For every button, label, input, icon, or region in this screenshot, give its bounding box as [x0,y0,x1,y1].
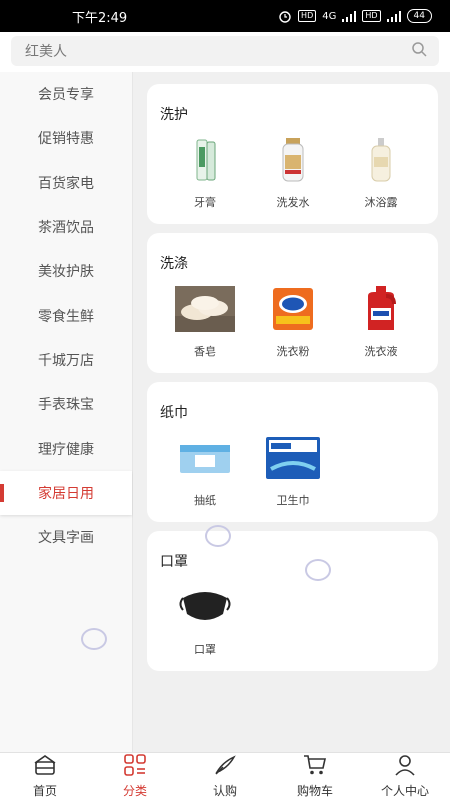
sidebar-item-home[interactable]: 家居日用 [0,470,132,515]
shampoo-image [263,136,323,184]
search-icon[interactable] [411,41,427,61]
product-laundry-liquid[interactable]: 洗衣液 [341,285,421,359]
sidebar-item-jewelry[interactable]: 手表珠宝 [0,382,132,426]
touch-indicator [305,559,331,581]
product-mask[interactable]: 口罩 [165,583,245,657]
status-icons: HD 4G HD 44 [278,9,432,23]
product-shampoo[interactable]: 洗发水 [253,136,333,210]
sanitary-pad-image [263,434,323,482]
sidebar-item-stationery[interactable]: 文具字画 [0,515,132,559]
touch-indicator [205,525,231,547]
product-label: 牙膏 [194,196,216,209]
product-washing-powder[interactable]: 洗衣粉 [253,285,333,359]
nav-label: 分类 [122,784,147,798]
body-wash-image [351,136,411,184]
product-sanitary-pad[interactable]: 卫生巾 [253,434,333,508]
product-label: 香皂 [194,345,216,358]
sidebar-item-label: 零食生鲜 [38,308,94,325]
product-label: 抽纸 [194,494,216,507]
laundry-liquid-image [351,285,411,333]
sidebar-item-label: 千城万店 [38,352,94,369]
section-title: 口罩 [160,554,188,570]
cart-icon [303,754,327,780]
product-label: 洗发水 [276,196,310,209]
signal-icon [342,10,357,22]
feather-pen-icon [213,754,237,780]
product-toothpaste[interactable]: 牙膏 [165,136,245,210]
product-label: 卫生巾 [276,494,310,507]
network-label: 4G [322,10,337,22]
bottom-navigation: 首页 分类 认购 购物车 个人中心 [0,752,450,800]
sidebar-item-promotion[interactable]: 促销特惠 [0,116,132,160]
nav-label: 购物车 [296,784,333,798]
section-card-care: 洗护 牙膏 洗发水 沐浴露 [147,84,438,224]
section-title: 纸巾 [160,405,188,421]
search-bar: 红美人 [0,32,450,72]
sidebar-item-drinks[interactable]: 茶酒饮品 [0,205,132,249]
sidebar-item-label: 茶酒饮品 [38,220,94,237]
hd-badge: HD [298,10,317,22]
section-card-mask: 口罩 口罩 [147,531,438,671]
search-placeholder: 红美人 [25,44,67,60]
touch-indicator [81,628,107,650]
category-icon [123,754,147,780]
product-label: 洗衣粉 [276,345,310,358]
hd-badge-2: HD [362,10,381,22]
search-input[interactable]: 红美人 [11,36,439,66]
signal-icon-2 [386,10,401,22]
user-icon [393,754,417,780]
nav-label: 个人中心 [380,784,429,798]
category-content: 洗护 牙膏 洗发水 沐浴露 洗涤 香皂 洗衣粉 洗衣液 纸巾 抽纸 卫生巾 口罩… [133,72,450,752]
sidebar-item-label: 美妆护肤 [38,264,94,281]
category-sidebar: 会员专享 促销特惠 百货家电 茶酒饮品 美妆护肤 零食生鲜 千城万店 手表珠宝 … [0,72,133,752]
section-title: 洗护 [160,107,188,123]
sidebar-item-member[interactable]: 会员专享 [0,72,132,116]
soap-image [175,285,235,333]
status-time: 下午2:49 [72,10,128,26]
sidebar-item-snacks[interactable]: 零食生鲜 [0,293,132,337]
sidebar-item-label: 手表珠宝 [38,397,94,414]
alarm-icon [278,9,292,23]
product-label: 洗衣液 [364,345,398,358]
mask-image [175,583,235,631]
nav-label: 首页 [32,784,57,798]
product-facial-tissue[interactable]: 抽纸 [165,434,245,508]
product-soap[interactable]: 香皂 [165,285,245,359]
sidebar-item-appliances[interactable]: 百货家电 [0,161,132,205]
product-body-wash[interactable]: 沐浴露 [341,136,421,210]
sidebar-item-beauty[interactable]: 美妆护肤 [0,249,132,293]
sidebar-item-stores[interactable]: 千城万店 [0,338,132,382]
nav-profile[interactable]: 个人中心 [360,753,450,800]
nav-label: 认购 [212,784,237,798]
section-title: 洗涤 [160,256,188,272]
nav-home[interactable]: 首页 [0,753,90,800]
section-card-tissue: 纸巾 抽纸 卫生巾 [147,382,438,522]
sidebar-item-label: 理疗健康 [38,441,94,458]
product-label: 口罩 [194,643,216,656]
status-bar: 下午2:49 HD 4G HD 44 [0,0,450,32]
sidebar-item-label: 百货家电 [38,175,94,192]
facial-tissue-image [175,434,235,482]
toothpaste-image [175,136,235,184]
nav-subscribe[interactable]: 认购 [180,753,270,800]
nav-category[interactable]: 分类 [90,753,180,800]
sidebar-item-label: 文具字画 [38,530,94,547]
battery-indicator: 44 [406,9,432,23]
section-card-laundry: 洗涤 香皂 洗衣粉 洗衣液 [147,233,438,373]
home-icon [33,754,57,780]
sidebar-item-label: 促销特惠 [38,131,94,148]
sidebar-item-label: 家居日用 [38,485,94,502]
nav-cart[interactable]: 购物车 [270,753,360,800]
sidebar-item-label: 会员专享 [38,87,94,104]
product-label: 沐浴露 [364,196,398,209]
washing-powder-image [263,285,323,333]
sidebar-item-health[interactable]: 理疗健康 [0,426,132,470]
